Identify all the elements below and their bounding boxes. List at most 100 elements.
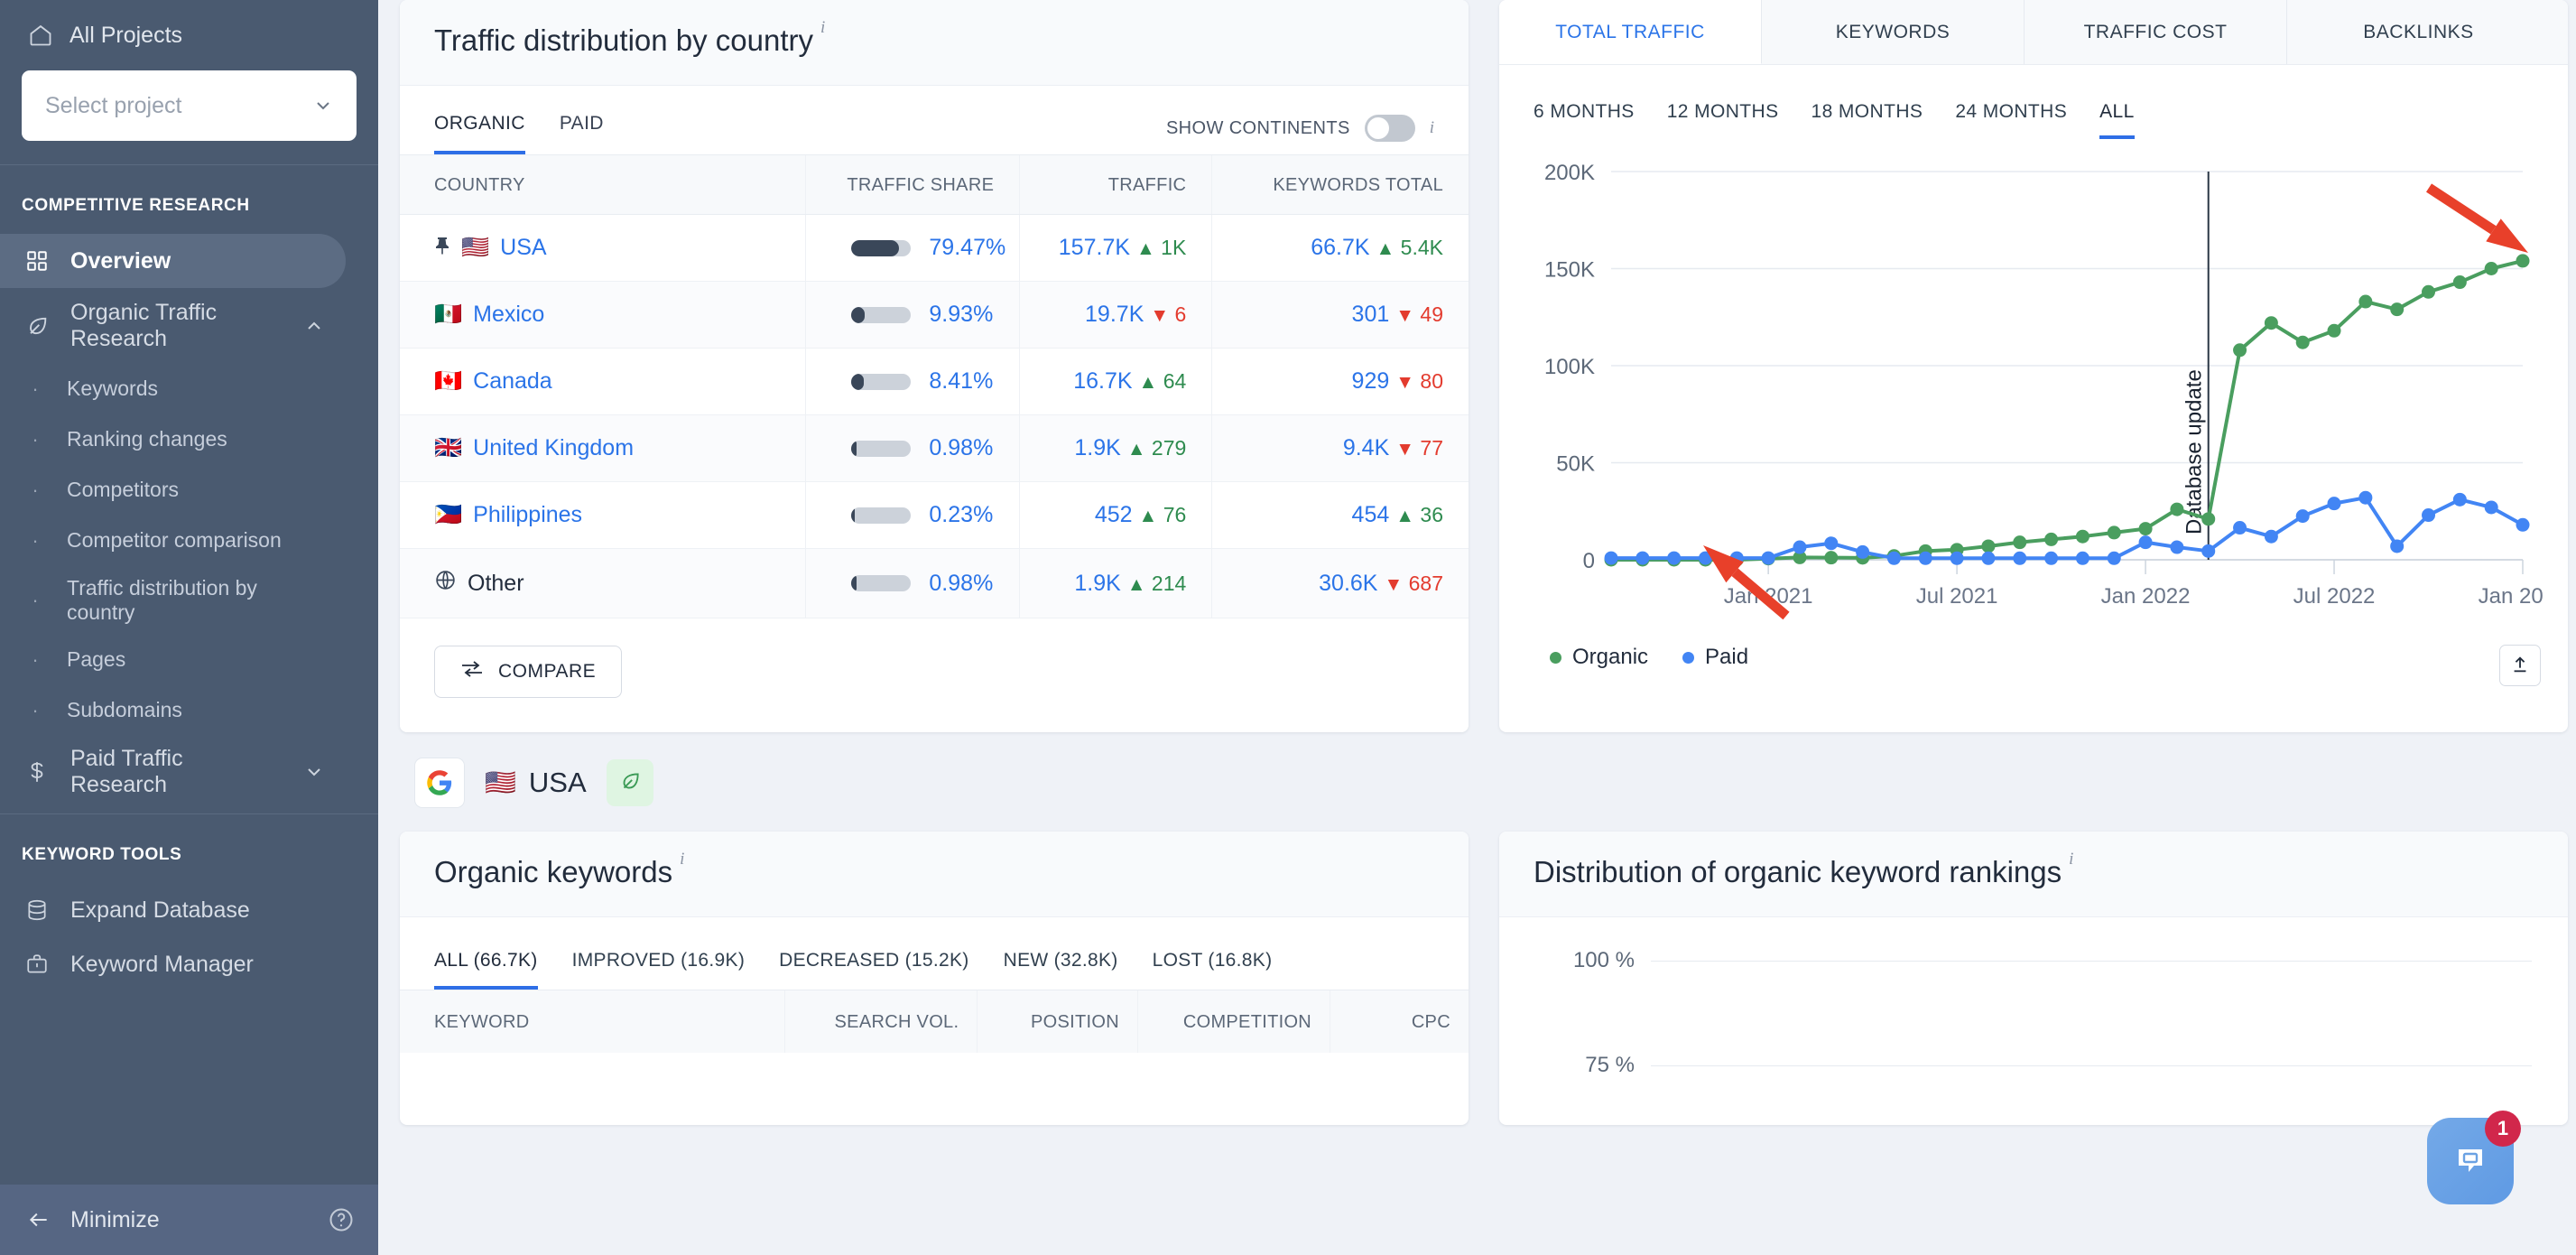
data-point-paid[interactable] bbox=[1604, 551, 1618, 565]
data-point-paid[interactable] bbox=[2075, 551, 2090, 565]
sidebar-item-keywords[interactable]: · Keywords bbox=[0, 364, 378, 414]
data-point-paid[interactable] bbox=[2422, 508, 2436, 523]
total-traffic-chart[interactable]: 0 50K 100K 150K 200K Jan 2021 Jul 2021 Jan 2022… bbox=[1499, 139, 2568, 645]
legend-item-organic[interactable]: Organic bbox=[1550, 645, 1648, 670]
country-name[interactable]: USA bbox=[500, 235, 546, 261]
sidebar-all-projects[interactable]: All Projects bbox=[22, 14, 357, 49]
data-point-paid[interactable] bbox=[1950, 551, 1964, 565]
data-point-organic[interactable] bbox=[2422, 284, 2436, 299]
table-row[interactable]: 🇬🇧 United Kingdom 0.98% 1.9K ▲ 279 9.4K ▼ 77 bbox=[400, 414, 1469, 482]
data-point-paid[interactable] bbox=[2484, 500, 2498, 515]
col-position[interactable]: POSITION bbox=[977, 990, 1137, 1053]
data-point-paid[interactable] bbox=[2013, 551, 2027, 565]
data-point-organic[interactable] bbox=[2013, 535, 2027, 550]
data-point-organic[interactable] bbox=[2452, 275, 2467, 290]
data-point-paid[interactable] bbox=[2138, 535, 2153, 550]
info-icon[interactable]: i bbox=[2069, 850, 2073, 869]
data-point-paid[interactable] bbox=[2327, 497, 2341, 511]
sidebar-item-expand-database[interactable]: Expand Database bbox=[0, 883, 346, 937]
tab-improved[interactable]: IMPROVED (16.9K) bbox=[572, 950, 746, 990]
data-point-organic[interactable] bbox=[2295, 335, 2310, 349]
data-point-organic[interactable] bbox=[2358, 294, 2373, 309]
data-point-organic[interactable] bbox=[2390, 302, 2405, 317]
help-icon[interactable] bbox=[328, 1206, 355, 1233]
chevron-up-icon[interactable] bbox=[301, 312, 328, 339]
cell-country[interactable]: 🇨🇦 Canada bbox=[400, 348, 806, 415]
tab-traffic-cost[interactable]: TRAFFIC COST bbox=[2025, 0, 2287, 64]
legend-item-paid[interactable]: Paid bbox=[1682, 645, 1748, 670]
sidebar-item-competitor-comparison[interactable]: · Competitor comparison bbox=[0, 516, 378, 566]
data-point-paid[interactable] bbox=[1761, 551, 1775, 565]
export-button[interactable] bbox=[2499, 645, 2541, 686]
data-point-paid[interactable] bbox=[1981, 551, 1996, 565]
data-point-paid[interactable] bbox=[2295, 509, 2310, 524]
sidebar-item-keyword-manager[interactable]: Keyword Manager bbox=[0, 937, 346, 991]
data-point-paid[interactable] bbox=[2044, 551, 2059, 565]
tab-new[interactable]: NEW (32.8K) bbox=[1004, 950, 1118, 990]
col-keywords-total[interactable]: KEYWORDS TOTAL bbox=[1211, 154, 1469, 215]
data-point-paid[interactable] bbox=[1793, 540, 1807, 554]
country-name[interactable]: Philippines bbox=[473, 502, 582, 528]
data-point-organic[interactable] bbox=[2484, 262, 2498, 275]
data-point-paid[interactable] bbox=[2358, 490, 2373, 505]
minimize-button[interactable]: Minimize bbox=[25, 1206, 160, 1233]
data-point-organic[interactable] bbox=[2516, 254, 2530, 268]
sidebar-item-organic-traffic-research[interactable]: Organic Traffic Research bbox=[0, 288, 346, 364]
info-icon[interactable]: i bbox=[820, 18, 825, 38]
cell-country[interactable]: Other bbox=[400, 548, 806, 618]
country-name[interactable]: Other bbox=[468, 571, 524, 597]
table-row[interactable]: 🇵🇭 Philippines 0.23% 452 ▲ 76 454 ▲ 36 bbox=[400, 481, 1469, 549]
country-name[interactable]: Canada bbox=[473, 368, 552, 395]
data-point-paid[interactable] bbox=[1918, 551, 1932, 565]
col-traffic[interactable]: TRAFFIC bbox=[1019, 154, 1212, 215]
data-point-paid[interactable] bbox=[2390, 539, 2405, 553]
data-point-paid[interactable] bbox=[2452, 492, 2467, 507]
tab-keywords[interactable]: KEYWORDS bbox=[1762, 0, 2025, 64]
data-point-organic[interactable] bbox=[2075, 529, 2090, 544]
project-select[interactable]: Select project bbox=[22, 70, 357, 141]
chat-widget[interactable]: 1 bbox=[2427, 1111, 2521, 1204]
google-icon[interactable] bbox=[414, 758, 465, 808]
col-keyword[interactable]: KEYWORD bbox=[400, 990, 784, 1053]
period-all[interactable]: ALL bbox=[2099, 101, 2135, 139]
table-row[interactable]: 🇲🇽 Mexico 9.93% 19.7K ▼ 6 301 ▼ 49 bbox=[400, 281, 1469, 349]
data-point-organic[interactable] bbox=[2327, 323, 2341, 338]
data-point-paid[interactable] bbox=[2107, 551, 2121, 565]
data-point-paid[interactable] bbox=[1667, 551, 1682, 565]
data-point-paid[interactable] bbox=[2516, 517, 2530, 532]
sidebar-item-overview[interactable]: Overview bbox=[0, 234, 346, 288]
data-point-paid[interactable] bbox=[2170, 540, 2184, 554]
tab-decreased[interactable]: DECREASED (15.2K) bbox=[779, 950, 969, 990]
data-point-paid[interactable] bbox=[2201, 544, 2216, 558]
chevron-down-icon[interactable] bbox=[301, 758, 328, 786]
show-continents-toggle[interactable] bbox=[1364, 115, 1415, 142]
table-row[interactable]: 🇺🇸 USA 79.47% 157.7K ▲ 1K 66.7K ▲ 5.4K bbox=[400, 214, 1469, 282]
data-point-organic[interactable] bbox=[2201, 512, 2216, 526]
data-point-paid[interactable] bbox=[1824, 536, 1839, 551]
col-traffic-share[interactable]: TRAFFIC SHARE bbox=[805, 154, 1020, 215]
sidebar-item-traffic-distribution[interactable]: · Traffic distribution by country bbox=[0, 566, 378, 635]
sidebar-item-ranking-changes[interactable]: · Ranking changes bbox=[0, 414, 378, 465]
tab-lost[interactable]: LOST (16.8K) bbox=[1153, 950, 1273, 990]
tab-organic[interactable]: ORGANIC bbox=[434, 113, 525, 154]
data-point-organic[interactable] bbox=[2138, 522, 2153, 536]
data-point-organic[interactable] bbox=[2264, 316, 2278, 330]
data-point-paid[interactable] bbox=[1856, 544, 1870, 559]
col-cpc[interactable]: CPC bbox=[1330, 990, 1469, 1053]
data-point-organic[interactable] bbox=[2170, 502, 2184, 516]
data-point-organic[interactable] bbox=[1981, 539, 1996, 553]
info-icon[interactable]: i bbox=[680, 850, 684, 869]
cell-country[interactable]: 🇬🇧 United Kingdom bbox=[400, 414, 806, 482]
col-search-vol[interactable]: SEARCH VOL. bbox=[784, 990, 977, 1053]
info-icon[interactable]: i bbox=[1430, 118, 1434, 138]
data-point-paid[interactable] bbox=[1635, 551, 1650, 565]
period-12-months[interactable]: 12 MONTHS bbox=[1667, 101, 1779, 139]
data-point-organic[interactable] bbox=[1824, 551, 1839, 565]
organic-mode-chip[interactable] bbox=[606, 759, 653, 806]
sidebar-item-pages[interactable]: · Pages bbox=[0, 635, 378, 685]
period-6-months[interactable]: 6 MONTHS bbox=[1534, 101, 1635, 139]
country-name[interactable]: United Kingdom bbox=[473, 435, 634, 461]
tab-paid[interactable]: PAID bbox=[560, 113, 604, 154]
table-row[interactable]: 🇨🇦 Canada 8.41% 16.7K ▲ 64 929 ▼ 80 bbox=[400, 348, 1469, 415]
data-point-organic[interactable] bbox=[2044, 532, 2059, 546]
